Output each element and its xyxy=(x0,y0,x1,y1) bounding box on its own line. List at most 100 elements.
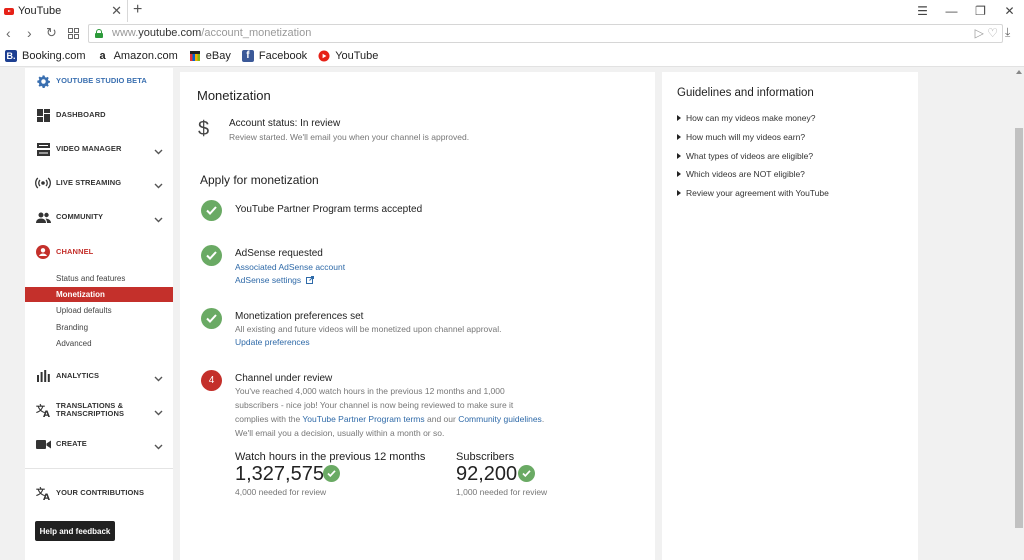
sidebar-item-analytics[interactable]: ANALYTICS xyxy=(25,362,173,390)
monetization-card: Monetization $ Account status: In review… xyxy=(180,72,655,560)
youtube-favicon-icon xyxy=(4,7,14,15)
svg-text:A: A xyxy=(43,410,50,417)
scroll-up-arrow-icon[interactable] xyxy=(1016,70,1022,74)
bookmark-heart-icon[interactable]: ♡ xyxy=(987,26,998,40)
caret-right-icon xyxy=(677,134,681,140)
caret-right-icon xyxy=(677,115,681,121)
sidebar-item-live-streaming[interactable]: LIVE STREAMING xyxy=(25,169,173,197)
sidebar-sub-branding[interactable]: Branding xyxy=(25,320,173,335)
account-status-note: Review started. We'll email you when you… xyxy=(229,132,470,142)
tab-close-icon[interactable]: ✕ xyxy=(111,3,122,19)
review-description-line: subscribers - nice job! Your channel is … xyxy=(235,400,514,410)
step-complete-check-icon xyxy=(201,245,222,266)
update-preferences-link[interactable]: Update preferences xyxy=(235,337,310,347)
adsense-settings-link[interactable]: AdSense settings xyxy=(235,275,314,285)
analytics-icon xyxy=(35,368,51,384)
sidebar-sub-upload-defaults[interactable]: Upload defaults xyxy=(25,303,173,318)
subscribers-check-icon xyxy=(518,465,535,482)
dollar-icon: $ xyxy=(198,118,210,140)
back-icon[interactable]: ‹ xyxy=(6,25,11,41)
window-controls: ☰ — ❐ ✕ xyxy=(908,0,1024,22)
caret-right-icon xyxy=(677,171,681,177)
guideline-item[interactable]: Which videos are NOT eligible? xyxy=(677,169,805,179)
contributions-translate-icon: 文A xyxy=(35,485,51,501)
sidebar-item-community[interactable]: COMMUNITY xyxy=(25,203,173,231)
page-scrollbar[interactable] xyxy=(1014,68,1024,560)
gear-icon xyxy=(35,73,51,89)
sidebar-sub-monetization[interactable]: Monetization xyxy=(25,287,173,302)
sidebar-item-dashboard[interactable]: DASHBOARD xyxy=(25,101,173,129)
review-description-line: We'll email you a decision, usually with… xyxy=(235,428,445,438)
url-text: www.youtube.com/account_monetization xyxy=(112,27,312,39)
sidebar-sub-status[interactable]: Status and features xyxy=(25,271,173,286)
lock-icon xyxy=(95,29,103,38)
amazon-icon: a xyxy=(99,49,106,62)
sidebar-sub-advanced[interactable]: Advanced xyxy=(25,336,173,351)
browser-tab-bar: YouTube ✕ + ☰ — ❐ ✕ xyxy=(0,0,1024,22)
caret-right-icon xyxy=(677,153,681,159)
chevron-down-icon xyxy=(154,405,163,419)
url-actions: ▷ ♡ xyxy=(975,26,998,40)
browser-tab[interactable]: YouTube ✕ xyxy=(0,0,128,22)
dashboard-icon xyxy=(35,107,51,123)
caret-right-icon xyxy=(677,190,681,196)
sidebar-item-channel[interactable]: CHANNEL xyxy=(25,238,173,266)
chevron-down-icon xyxy=(154,178,163,192)
download-icon[interactable]: ⤓ xyxy=(1005,25,1010,40)
bookmark-youtube[interactable]: YouTube xyxy=(318,50,378,62)
subscribers-value: 92,200 xyxy=(456,463,518,485)
svg-text:A: A xyxy=(43,493,50,500)
help-feedback-button[interactable]: Help and feedback xyxy=(35,521,115,541)
restore-icon[interactable]: ❐ xyxy=(966,4,995,18)
new-tab-button[interactable]: + xyxy=(133,1,142,19)
guidelines-card: Guidelines and information How can my vi… xyxy=(662,72,918,560)
minimize-icon[interactable]: — xyxy=(937,4,966,18)
ypp-terms-link[interactable]: YouTube Partner Program terms xyxy=(302,414,424,424)
chevron-down-icon xyxy=(154,212,163,226)
close-window-icon[interactable]: ✕ xyxy=(995,4,1024,18)
watch-hours-needed: 4,000 needed for review xyxy=(235,487,327,497)
review-description-line: complies with the YouTube Partner Progra… xyxy=(235,414,545,424)
subscribers-needed: 1,000 needed for review xyxy=(456,487,548,497)
associated-adsense-link[interactable]: Associated AdSense account xyxy=(235,262,345,272)
guideline-item[interactable]: How much will my videos earn? xyxy=(677,132,805,142)
external-link-icon xyxy=(305,276,314,284)
menu-icon[interactable]: ☰ xyxy=(908,4,937,18)
page-title: Monetization xyxy=(197,88,271,103)
subscribers-label: Subscribers xyxy=(456,451,515,463)
sidebar-item-translations[interactable]: 文A TRANSLATIONS & TRANSCRIPTIONS xyxy=(25,396,173,424)
speed-dial-icon[interactable] xyxy=(68,26,79,42)
sidebar-item-create[interactable]: CREATE xyxy=(25,430,173,458)
sidebar-item-your-contributions[interactable]: 文A YOUR CONTRIBUTIONS xyxy=(25,479,173,507)
bookmark-ebay[interactable]: eBay xyxy=(189,50,231,62)
community-guidelines-link[interactable]: Community guidelines xyxy=(458,414,542,424)
bookmark-amazon[interactable]: a Amazon.com xyxy=(97,50,178,62)
translate-icon: 文A xyxy=(35,402,51,418)
channel-account-icon xyxy=(35,244,51,260)
create-camera-icon xyxy=(35,436,51,452)
community-icon xyxy=(35,209,51,225)
send-icon[interactable]: ▷ xyxy=(975,26,984,40)
bookmark-booking[interactable]: B. Booking.com xyxy=(5,49,86,62)
chevron-down-icon xyxy=(154,371,163,385)
guideline-item[interactable]: Review your agreement with YouTube xyxy=(677,188,829,198)
guideline-item[interactable]: How can my videos make money? xyxy=(677,113,815,123)
scrollbar-thumb[interactable] xyxy=(1015,128,1023,528)
watch-hours-value: 1,327,575 xyxy=(235,463,324,485)
sidebar-item-video-manager[interactable]: VIDEO MANAGER xyxy=(25,135,173,163)
step-adsense-requested: AdSense requested xyxy=(235,248,323,259)
forward-icon[interactable]: › xyxy=(27,25,32,41)
review-description-line: You've reached 4,000 watch hours in the … xyxy=(235,386,505,396)
guideline-item[interactable]: What types of videos are eligible? xyxy=(677,151,813,161)
booking-icon: B. xyxy=(5,49,17,62)
reload-icon[interactable]: ↻ xyxy=(46,25,57,41)
studio-beta-link[interactable]: YOUTUBE STUDIO BETA xyxy=(25,68,173,95)
watch-hours-label: Watch hours in the previous 12 months xyxy=(235,451,426,463)
chevron-down-icon xyxy=(154,439,163,453)
url-input[interactable]: www.youtube.com/account_monetization ▷ ♡ xyxy=(88,24,1003,43)
step-complete-check-icon xyxy=(201,308,222,329)
bookmark-facebook[interactable]: f Facebook xyxy=(241,49,307,62)
apply-heading: Apply for monetization xyxy=(200,173,319,187)
tab-title: YouTube xyxy=(18,5,62,17)
youtube-icon xyxy=(318,50,330,62)
